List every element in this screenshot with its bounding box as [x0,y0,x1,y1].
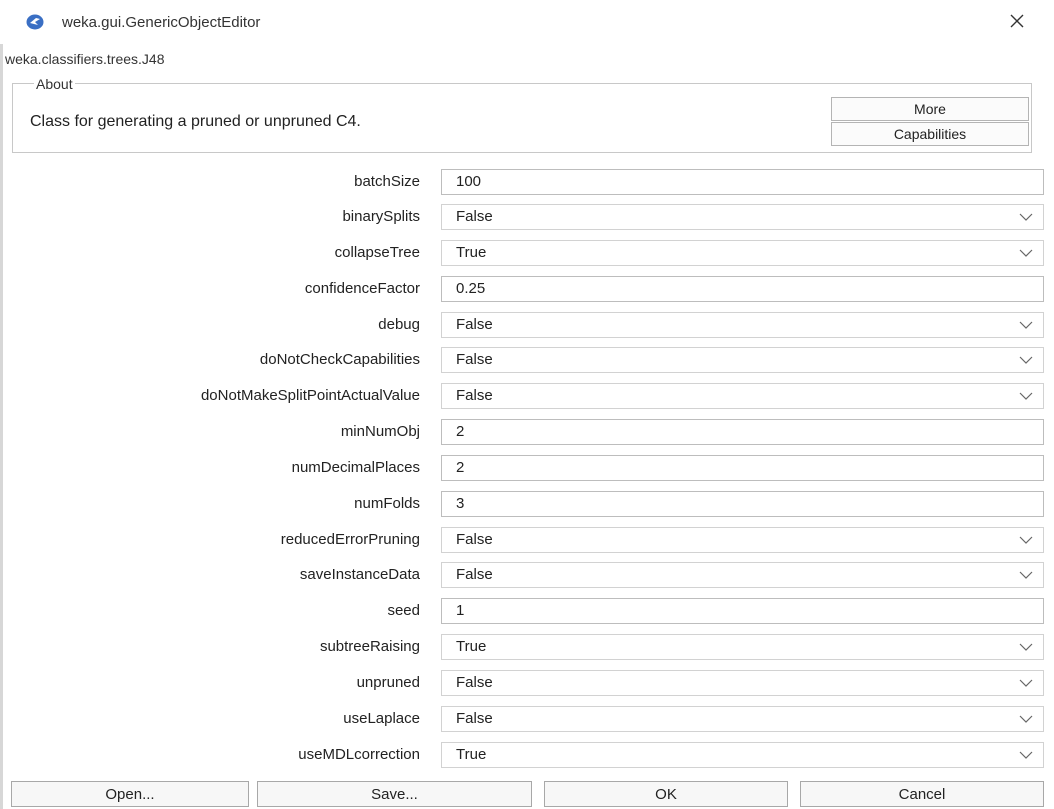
weka-bird-icon [26,14,44,30]
debug-value: False [456,316,493,333]
unpruned-select[interactable]: False [441,670,1044,696]
about-legend: About [34,76,75,92]
property-label-collapseTree: collapseTree [334,244,420,261]
batchSize-input[interactable]: 100 [441,169,1044,195]
property-label-minNumObj: minNumObj [340,423,420,440]
property-label-useLaplace: useLaplace [343,710,420,727]
open-button[interactable]: Open... [11,781,249,807]
seed-value: 1 [456,602,465,619]
confidenceFactor-value: 0.25 [456,280,486,297]
numFolds-value: 3 [456,495,465,512]
chevron-down-icon [1019,536,1033,544]
property-label-debug: debug [378,316,420,333]
doNotCheckCapabilities-value: False [456,351,493,368]
property-label-batchSize: batchSize [354,173,420,190]
unpruned-value: False [456,674,493,691]
capabilities-button[interactable]: Capabilities [831,122,1029,146]
doNotMakeSplitPointActualValue-select[interactable]: False [441,383,1044,409]
property-label-doNotCheckCapabilities: doNotCheckCapabilities [259,351,420,368]
property-label-binarySplits: binarySplits [342,208,420,225]
window-title: weka.gui.GenericObjectEditor [62,14,261,31]
property-label-confidenceFactor: confidenceFactor [304,280,420,297]
property-label-unpruned: unpruned [356,674,420,691]
chevron-down-icon [1019,392,1033,400]
chevron-down-icon [1019,321,1033,329]
useLaplace-value: False [456,710,493,727]
batchSize-value: 100 [456,173,482,190]
doNotCheckCapabilities-select[interactable]: False [441,347,1044,373]
doNotMakeSplitPointActualValue-value: False [456,387,493,404]
close-button[interactable] [1000,8,1034,38]
saveInstanceData-select[interactable]: False [441,562,1044,588]
title-bar: weka.gui.GenericObjectEditor [0,0,1054,44]
chevron-down-icon [1019,715,1033,723]
chevron-down-icon [1019,356,1033,364]
property-label-reducedErrorPruning: reducedErrorPruning [280,531,420,548]
chevron-down-icon [1019,751,1033,759]
chevron-down-icon [1019,571,1033,579]
reducedErrorPruning-select[interactable]: False [441,527,1044,553]
ok-button[interactable]: OK [544,781,788,807]
property-label-useMDLcorrection: useMDLcorrection [298,746,420,763]
subtreeRaising-select[interactable]: True [441,634,1044,660]
minNumObj-value: 2 [456,423,465,440]
chevron-down-icon [1019,679,1033,687]
binarySplits-value: False [456,208,493,225]
binarySplits-select[interactable]: False [441,204,1044,230]
property-label-numDecimalPlaces: numDecimalPlaces [291,459,420,476]
subtreeRaising-value: True [456,638,487,655]
collapseTree-select[interactable]: True [441,240,1044,266]
property-label-saveInstanceData: saveInstanceData [299,566,420,583]
useLaplace-select[interactable]: False [441,706,1044,732]
numDecimalPlaces-input[interactable]: 2 [441,455,1044,481]
property-label-doNotMakeSplitPointActualValue: doNotMakeSplitPointActualValue [200,387,420,404]
property-label-subtreeRaising: subtreeRaising [319,638,420,655]
saveInstanceData-value: False [456,566,493,583]
useMDLcorrection-select[interactable]: True [441,742,1044,768]
numDecimalPlaces-value: 2 [456,459,465,476]
numFolds-input[interactable]: 3 [441,491,1044,517]
reducedErrorPruning-value: False [456,531,493,548]
close-icon [1010,14,1024,33]
seed-input[interactable]: 1 [441,598,1044,624]
chevron-down-icon [1019,213,1033,221]
useMDLcorrection-value: True [456,746,487,763]
cancel-button[interactable]: Cancel [800,781,1044,807]
property-label-seed: seed [387,602,420,619]
property-label-numFolds: numFolds [354,495,420,512]
confidenceFactor-input[interactable]: 0.25 [441,276,1044,302]
chevron-down-icon [1019,249,1033,257]
collapseTree-value: True [456,244,487,261]
chevron-down-icon [1019,643,1033,651]
save-button[interactable]: Save... [257,781,532,807]
minNumObj-input[interactable]: 2 [441,419,1044,445]
about-description: Class for generating a pruned or unprune… [30,113,361,130]
more-button[interactable]: More [831,97,1029,121]
debug-select[interactable]: False [441,312,1044,338]
classifier-class-name: weka.classifiers.trees.J48 [5,51,165,67]
